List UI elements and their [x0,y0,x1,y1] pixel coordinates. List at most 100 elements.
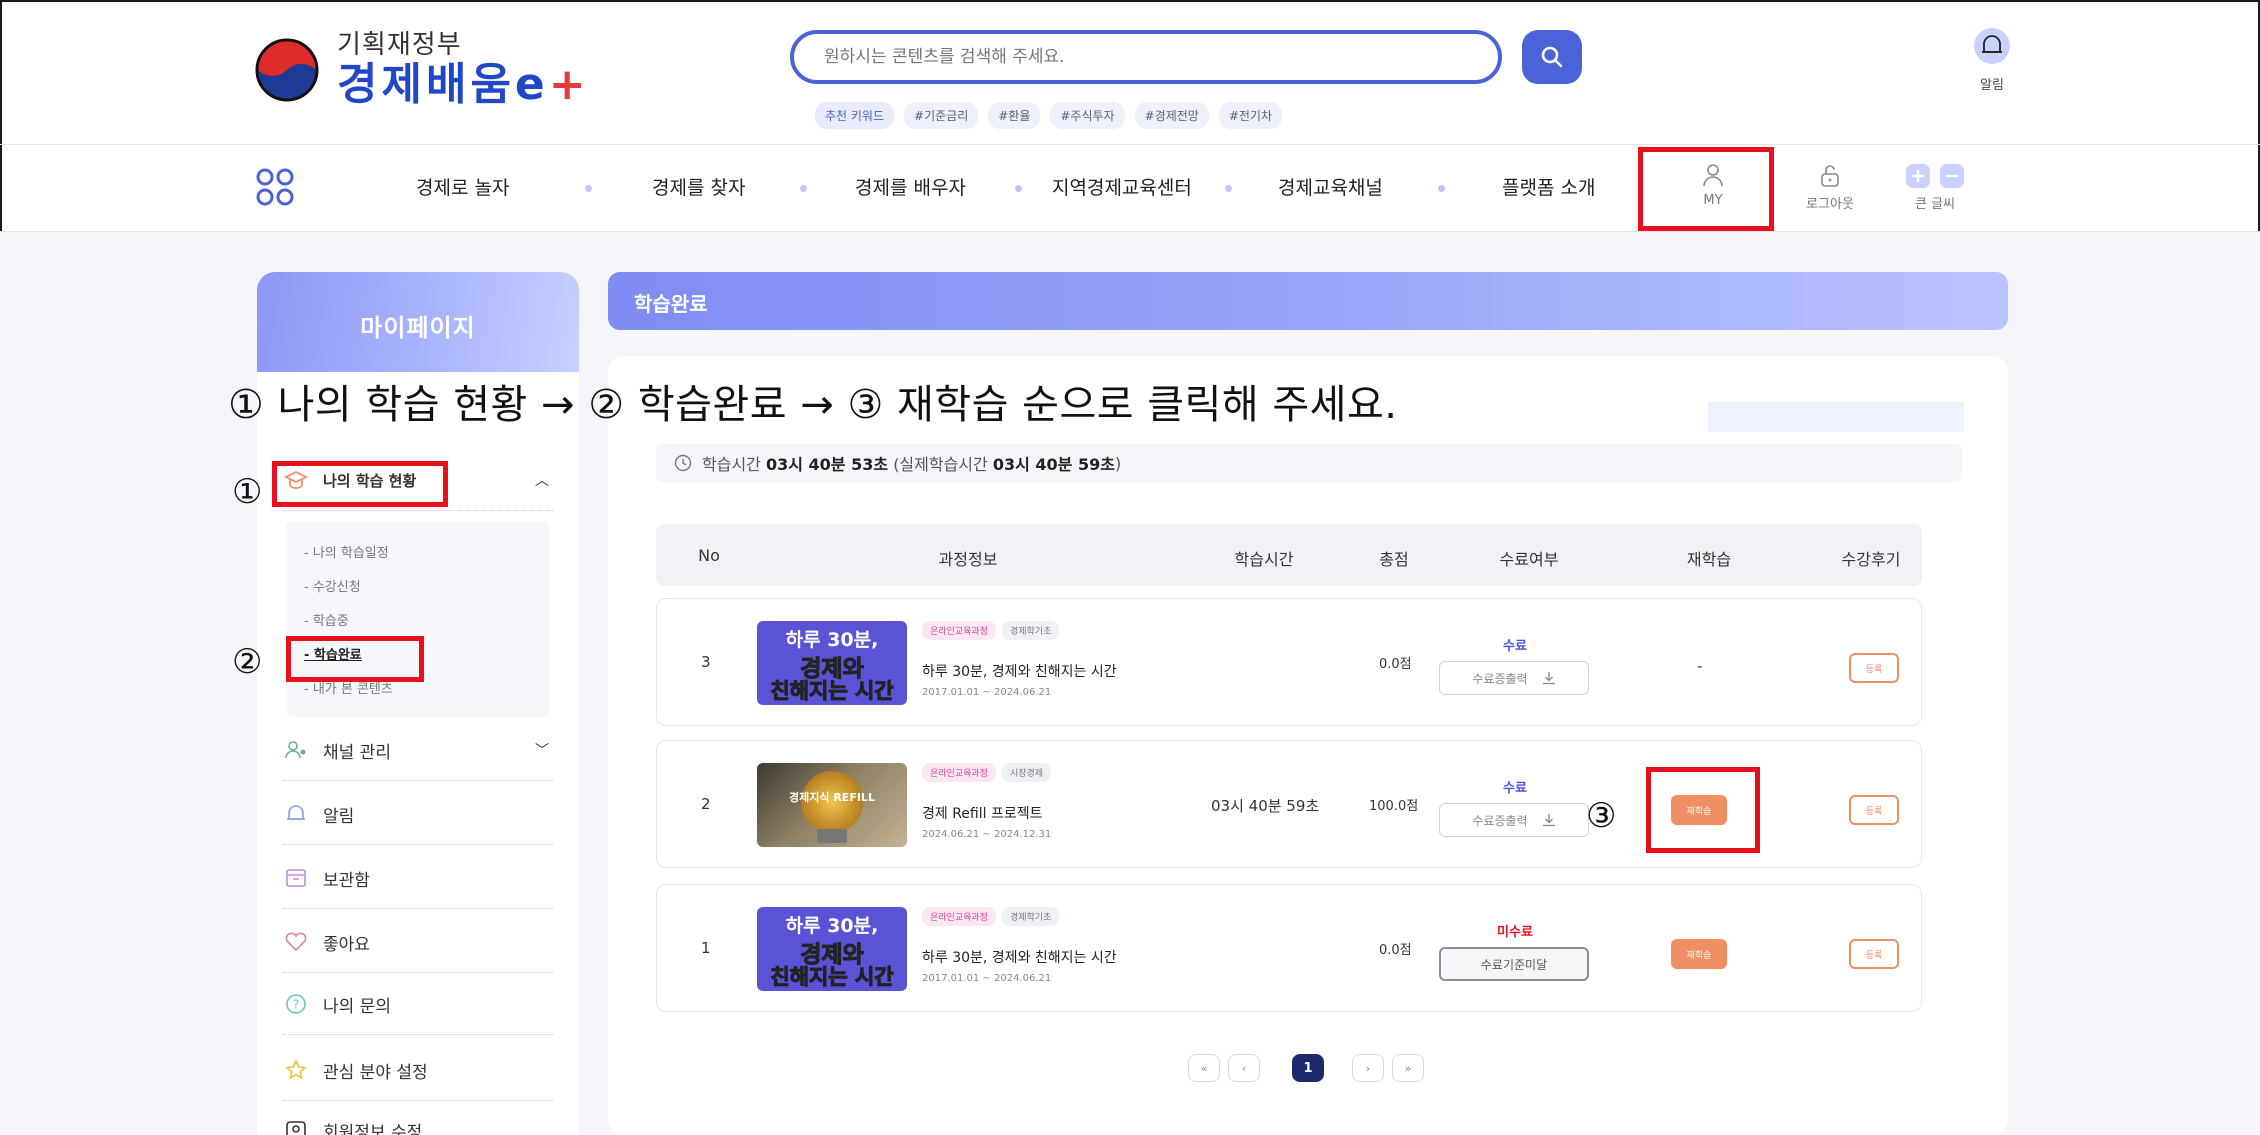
question-icon: ? [286,994,306,1014]
course-date: 2017.01.01 ~ 2024.06.21 [922,973,1052,984]
keyword-chip[interactable]: #전기차 [1218,102,1282,129]
course-type-tag: 온라인교육과정 [922,907,996,926]
channel-person-icon [285,741,306,759]
my-learning-submenu: - 나의 학습일정 - 수강신청 - 학습중 - 학습완료 - 내가 본 콘텐츠 [286,522,550,717]
sidebar-item-label: 보관함 [323,870,370,891]
column-header-score: 총점 [1379,550,1409,569]
pagination-current-page[interactable]: 1 [1292,1054,1324,1082]
column-header-completion: 수료여부 [1499,550,1559,569]
heart-icon [285,932,307,952]
certificate-button-label: 수료증출력 [1472,671,1528,686]
alarm-button[interactable]: 알림 [1962,26,2022,93]
review-button-label: 등록 [1865,806,1883,817]
keyword-chip[interactable]: #환율 [988,102,1041,129]
sidebar-divider [283,780,553,781]
sidebar-item-label: 알림 [323,806,355,827]
row-no: 2 [701,795,711,813]
row-no: 1 [701,939,711,957]
thumbnail-text: 친해지는 시간 [770,679,894,704]
sidebar-divider [283,1034,553,1035]
keyword-chip[interactable]: #경제전망 [1134,102,1209,129]
review-register-button[interactable]: 등록 [1849,653,1899,683]
course-title[interactable]: 하루 30분, 경제와 친해지는 시간 [922,947,1117,967]
course-title[interactable]: 경제 Refill 프로젝트 [922,803,1043,823]
sidebar-item-likes[interactable]: 좋아요 [283,922,553,962]
pagination-first[interactable]: « [1188,1054,1220,1082]
pagination-last[interactable]: » [1392,1054,1424,1082]
sidebar-divider [283,844,553,845]
submenu-in-progress[interactable]: - 학습중 [304,610,349,629]
highlight-box-completed [286,636,424,682]
column-header-retake: 재학습 [1686,550,1732,569]
nav-item-platform-intro[interactable]: 플랫폼 소개 [1502,173,1595,200]
course-thumbnail[interactable]: 하루 30분, 경제와 친해지는 시간 [757,621,907,705]
nav-item-channel[interactable]: 경제교육채널 [1278,173,1383,200]
sidebar-item-label: 회원정보 수정 [323,1122,423,1135]
pagination-next[interactable]: › [1352,1054,1384,1082]
review-register-button[interactable]: 등록 [1849,795,1899,825]
search-input[interactable] [794,34,1498,80]
step-marker-1: ① [232,472,263,512]
course-title[interactable]: 하루 30분, 경제와 친해지는 시간 [922,661,1117,681]
review-register-button[interactable]: 등록 [1849,939,1899,969]
completion-status: 미수료 [1497,925,1533,940]
nav-separator [585,185,592,192]
certificate-print-button[interactable]: 수료증출력 [1439,661,1589,695]
course-date: 2017.01.01 ~ 2024.06.21 [922,687,1052,698]
logout-button[interactable]: 로그아웃 [1775,159,1885,212]
course-thumbnail[interactable]: 하루 30분, 경제와 친해지는 시간 [757,907,907,991]
submenu-schedule[interactable]: - 나의 학습일정 [304,542,389,561]
large-font-button[interactable]: 큰 글씨 [1880,159,1990,212]
study-time-prefix: 학습시간 [702,455,761,474]
certificate-criteria-unmet-button: 수료기준미달 [1439,947,1589,981]
sidebar-item-channel[interactable]: 채널 관리 ﹀ [283,730,553,770]
sidebar-item-label: 관심 분야 설정 [323,1062,428,1083]
download-icon [1542,814,1555,827]
placeholder-bar [1708,402,1964,432]
submenu-enrollment[interactable]: - 수강신청 [304,576,361,595]
review-button-label: 등록 [1865,950,1883,961]
nav-item-learn[interactable]: 경제를 배우자 [855,173,966,200]
sidebar-item-storage[interactable]: 보관함 [283,858,553,898]
sidebar-header: 마이페이지 [257,272,579,372]
table-row: 1 하루 30분, 경제와 친해지는 시간 온라인교육과정 경제학기초 하루 3… [656,884,1922,1012]
certificate-print-button[interactable]: 수료증출력 [1439,803,1589,837]
nav-item-find[interactable]: 경제를 찾자 [652,173,745,200]
nav-item-play[interactable]: 경제로 놀자 [416,173,509,200]
thumbnail-text: 경제지식 REFILL [789,791,875,804]
bell-icon [287,805,305,820]
keyword-chip[interactable]: #기준금리 [904,102,979,129]
archive-box-icon [286,869,306,887]
thumbnail-text: 친해지는 시간 [770,965,894,990]
certificate-button-label: 수료증출력 [1472,813,1528,828]
retake-button[interactable]: 재학습 [1671,939,1727,969]
site-logo[interactable]: 기획재정부 경제배움e+ [255,30,590,110]
grid-menu-icon[interactable] [255,167,295,211]
logo-title-e: e [514,59,549,110]
font-minus-icon [1940,164,1964,188]
chevron-down-icon: ﹀ [535,743,549,759]
highlight-box-retake [1646,767,1760,853]
main-header: 학습완료 [608,272,2008,330]
main-title: 학습완료 [634,292,708,316]
pagination-prev[interactable]: ‹ [1228,1054,1260,1082]
nav-separator [1438,185,1445,192]
sidebar-item-alarm[interactable]: 알림 [283,794,553,834]
nav-item-regional-center[interactable]: 지역경제교육센터 [1052,173,1192,200]
step-marker-2: ② [232,642,263,682]
course-type-tag: 온라인교육과정 [922,621,996,640]
row-score: 0.0점 [1379,657,1412,672]
search-button[interactable] [1522,30,1582,84]
course-date: 2024.06.21 ~ 2024.12.31 [922,829,1052,840]
sidebar-item-inquiry[interactable]: ? 나의 문의 [283,984,553,1024]
sidebar-item-interest[interactable]: 관심 분야 설정 [283,1050,553,1090]
keyword-chip[interactable]: #주식투자 [1050,102,1125,129]
certificate-button-label: 수료기준미달 [1480,957,1548,972]
sidebar-divider [283,510,553,511]
completion-status: 수료 [1503,639,1527,654]
course-thumbnail[interactable]: 경제지식 REFILL [757,763,907,847]
highlight-box-my-learning [272,461,448,507]
sidebar-item-label: 좋아요 [323,934,370,955]
sidebar-item-member-edit[interactable]: 회원정보 수정 [283,1110,553,1135]
search-box [790,30,1502,84]
